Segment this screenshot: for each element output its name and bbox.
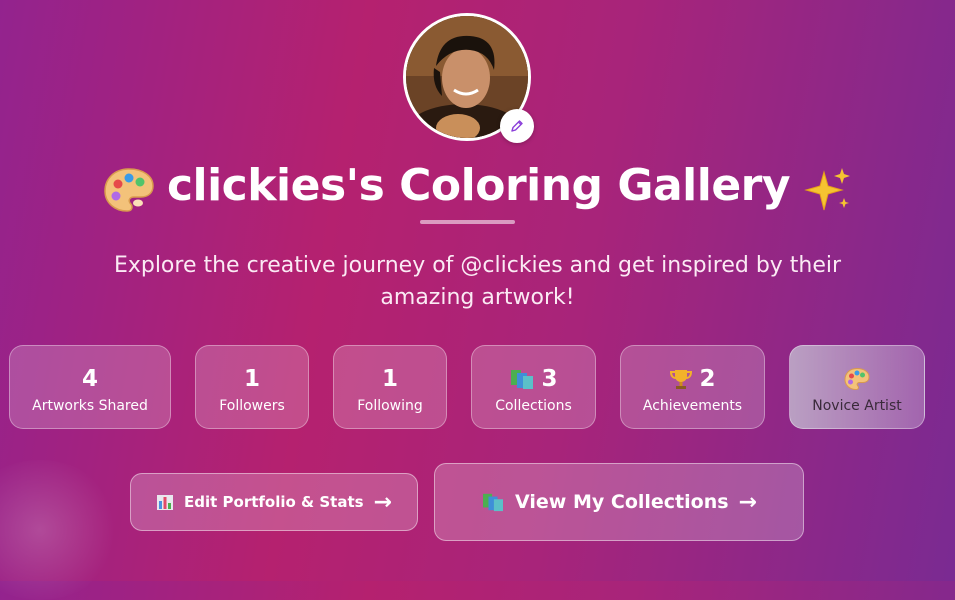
stat-achievements[interactable]: 2 Achievements bbox=[620, 345, 765, 429]
edit-portfolio-button[interactable]: Edit Portfolio & Stats → bbox=[130, 473, 418, 531]
background-glow bbox=[0, 460, 120, 600]
stat-value: 2 bbox=[699, 366, 716, 392]
stat-following[interactable]: 1 Following bbox=[333, 345, 447, 429]
stat-label: Artworks Shared bbox=[32, 398, 148, 414]
stat-label: Following bbox=[357, 398, 423, 414]
view-collections-button[interactable]: View My Collections → bbox=[434, 463, 804, 541]
profile-avatar-group bbox=[403, 13, 534, 143]
view-collections-label: View My Collections bbox=[515, 491, 729, 513]
stat-label: Followers bbox=[219, 398, 285, 414]
sparkles-icon bbox=[802, 162, 852, 214]
stat-artworks-shared[interactable]: 4 Artworks Shared bbox=[9, 345, 171, 429]
stat-label: Collections bbox=[495, 398, 572, 414]
title-underline bbox=[420, 220, 515, 224]
stat-collections[interactable]: 3 Collections bbox=[471, 345, 596, 429]
books-icon bbox=[483, 493, 504, 512]
stat-value: 1 bbox=[381, 366, 398, 392]
stat-followers[interactable]: 1 Followers bbox=[195, 345, 309, 429]
page-subtitle: Explore the creative journey of @clickie… bbox=[113, 253, 842, 310]
palette-icon bbox=[844, 367, 870, 391]
trophy-icon bbox=[670, 370, 693, 389]
stat-value: 3 bbox=[541, 366, 558, 392]
page-title: clickies's Coloring Gallery bbox=[0, 160, 955, 214]
badge-label: Novice Artist bbox=[812, 398, 902, 414]
stat-value: 4 bbox=[81, 366, 98, 392]
stat-label: Achievements bbox=[642, 398, 743, 414]
edit-portfolio-label: Edit Portfolio & Stats bbox=[184, 493, 364, 511]
books-icon bbox=[511, 370, 534, 389]
arrow-right-icon: → bbox=[738, 489, 757, 515]
stat-novice-artist-badge[interactable]: Novice Artist bbox=[789, 345, 925, 429]
arrow-right-icon: → bbox=[373, 489, 392, 515]
stat-value: 1 bbox=[243, 366, 260, 392]
palette-icon bbox=[103, 162, 155, 214]
bar-chart-icon bbox=[157, 495, 174, 510]
edit-avatar-button[interactable] bbox=[500, 109, 534, 143]
pencil-icon bbox=[511, 120, 523, 132]
title-text: clickies's Coloring Gallery bbox=[166, 160, 791, 211]
